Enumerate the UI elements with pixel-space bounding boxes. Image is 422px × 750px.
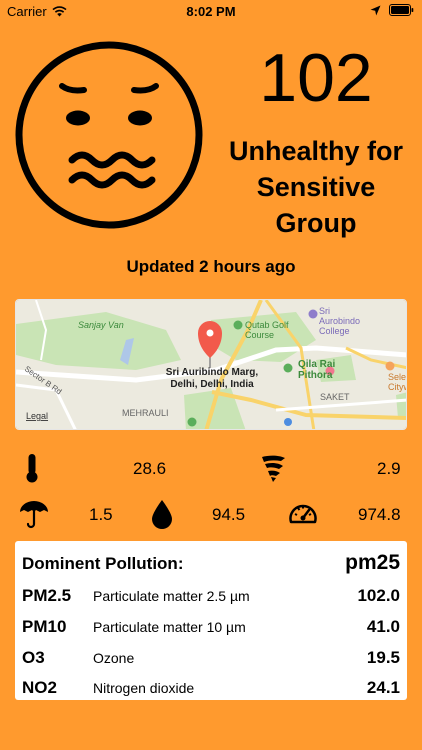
map-label: SAKET	[320, 392, 350, 402]
worried-face-icon	[15, 41, 203, 229]
pollutant-name: Particulate matter 2.5 µm	[93, 588, 250, 604]
pollutant-name: Ozone	[93, 650, 135, 666]
pollutant-name: Nitrogen dioxide	[93, 680, 195, 696]
location-arrow-icon	[370, 5, 381, 15]
map-label: Sri	[319, 306, 330, 316]
aqi-status-line: Group	[275, 208, 357, 238]
map-label: MEHRAULI	[122, 408, 169, 418]
pollutant-row: PM2.5 Particulate matter 2.5 µm 102.0	[15, 583, 407, 607]
temperature-value: 28.6	[133, 459, 167, 478]
pollutant-name: Particulate matter 10 µm	[93, 619, 246, 635]
pollutant-code: NO2	[22, 678, 57, 697]
gauge-icon	[289, 504, 317, 524]
pollutant-value: 19.5	[366, 648, 400, 667]
map-label: Sanjay Van	[78, 320, 124, 330]
pollutant-code: PM2.5	[22, 586, 72, 605]
status-bar: Carrier 8:02 PM	[0, 0, 422, 22]
umbrella-icon	[20, 501, 48, 529]
map-label: Citywa	[388, 382, 407, 392]
pollutant-code: PM10	[22, 617, 67, 636]
pollutant-row: O3 Ozone 19.5	[15, 645, 407, 669]
dominant-pollution-label: Dominent Pollution:	[22, 554, 184, 573]
drop-icon	[152, 500, 172, 529]
metrics-row-temp-wind: 28.6 2.9	[0, 450, 422, 486]
pollutant-row: PM10 Particulate matter 10 µm 41.0	[15, 614, 407, 638]
pollutant-row: NO2 Nitrogen dioxide 24.1	[15, 675, 407, 699]
map-label: Course	[245, 330, 274, 340]
thermometer-icon	[26, 454, 38, 483]
pollutant-value: 41.0	[366, 617, 400, 636]
map-label: Qutab Golf	[245, 320, 289, 330]
aqi-value: 102	[259, 40, 373, 116]
pollutant-value: 24.1	[366, 678, 400, 697]
map-pin-label: Delhi, Delhi, India	[170, 379, 254, 390]
status-right	[370, 4, 414, 16]
battery-icon	[389, 4, 414, 16]
map-label: Pithora	[298, 370, 333, 381]
aqi-status-label: Unhealthy for Sensitive Group	[210, 133, 422, 241]
pollution-header: Dominent Pollution: pm25	[15, 549, 407, 577]
status-time: 8:02 PM	[186, 4, 236, 19]
map-pin-label: Sri Auribindo Marg,	[166, 367, 259, 378]
map-label: Aurobindo	[319, 316, 360, 326]
humidity-value: 94.5	[212, 505, 246, 524]
pollutant-code: O3	[22, 648, 45, 667]
location-map[interactable]: Sanjay Van Qutab Golf Course Sri Aurobin…	[15, 299, 407, 430]
pollution-card: Dominent Pollution: pm25 PM2.5 Particula…	[15, 541, 407, 700]
updated-label: Updated 2 hours ago	[126, 257, 296, 276]
metrics-row-rain-humidity-pressure: 1.5 94.5 974.8	[0, 496, 422, 532]
aqi-status-line: Unhealthy for	[228, 136, 403, 166]
pollutant-value: 102.0	[357, 586, 400, 605]
map-legal-link[interactable]: Legal	[26, 411, 48, 421]
map-label: Selec	[388, 372, 407, 382]
map-label: College	[319, 326, 350, 336]
map-canvas[interactable]: Sanjay Van Qutab Golf Course Sri Aurobin…	[16, 300, 407, 430]
wind-value: 2.9	[377, 459, 401, 478]
map-label: Qila Rai	[298, 359, 335, 370]
wind-icon	[262, 455, 285, 482]
aqi-status-line: Sensitive	[256, 172, 376, 202]
dominant-pollution-value: pm25	[345, 551, 400, 574]
rain-value: 1.5	[89, 505, 113, 524]
pressure-value: 974.8	[358, 505, 401, 524]
